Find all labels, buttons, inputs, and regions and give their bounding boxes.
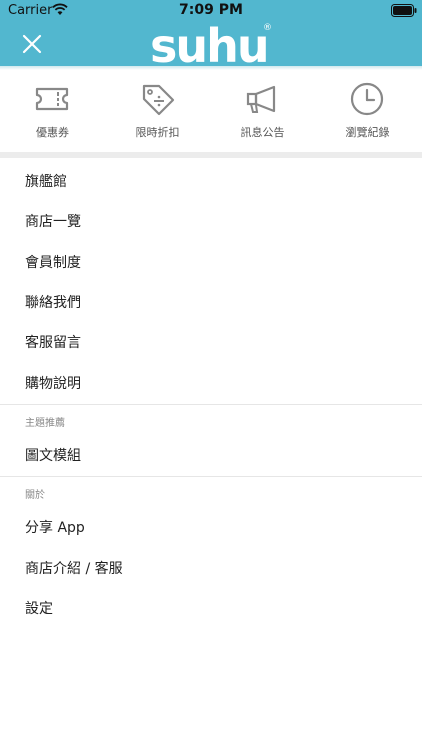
quick-item-discount[interactable]: 限時折扣 [105,76,210,150]
section-title-about: 關於 [25,490,45,501]
quick-label-announcement: 訊息公告 [240,126,285,139]
menu-label: 會員制度 [25,255,81,271]
menu-label: 商店一覽 [25,214,81,230]
menu-item-shopping-guide[interactable]: 購物說明 [0,363,422,403]
menu-label: 設定 [25,601,53,617]
menu-item-flagship[interactable]: 旗艦館 [0,161,422,201]
menu-label: 聯絡我們 [25,295,81,311]
brand-logo: suhu ® [150,19,272,66]
clock-icon [350,82,384,116]
quick-label-discount: 限時折扣 [135,126,180,139]
svg-text:®: ® [263,23,272,33]
ticket-icon [35,87,69,111]
menu-item-store-list[interactable]: 商店一覽 [0,201,422,241]
menu-label: 購物說明 [25,376,81,392]
megaphone-icon [246,85,276,113]
section-title-theme: 主題推薦 [25,418,65,429]
menu-item-contact[interactable]: 聯絡我們 [0,282,422,322]
discount-tag-icon [142,84,175,116]
menu-item-service-message[interactable]: 客服留言 [0,322,422,362]
menu-item-settings[interactable]: 設定 [0,588,422,628]
battery-icon [391,4,417,17]
menu-label: 圖文模組 [25,448,81,464]
quick-item-announcement[interactable]: 訊息公告 [210,76,315,150]
menu-label: 商店介紹 / 客服 [25,561,123,577]
menu-item-membership[interactable]: 會員制度 [0,242,422,282]
svg-text:suhu: suhu [150,19,268,66]
close-icon[interactable] [18,30,46,58]
section-divider [0,152,422,158]
menu-label: 旗艦館 [25,174,67,190]
quick-actions: 優惠券 限時折扣 訊息公告 瀏覽紀錄 [0,76,422,150]
menu-label: 分享 App [25,520,85,536]
menu-label: 客服留言 [25,335,81,351]
menu-item-store-intro[interactable]: 商店介紹 / 客服 [0,548,422,588]
quick-label-coupon: 優惠券 [36,126,69,139]
header-shadow [0,66,422,70]
quick-label-history: 瀏覽紀錄 [345,126,390,139]
section-separator [0,404,422,405]
quick-item-coupon[interactable]: 優惠券 [0,76,105,150]
menu-item-graphic-module[interactable]: 圖文模組 [0,435,422,475]
section-separator [0,476,422,477]
menu-item-share-app[interactable]: 分享 App [0,507,422,547]
quick-item-history[interactable]: 瀏覽紀錄 [315,76,420,150]
